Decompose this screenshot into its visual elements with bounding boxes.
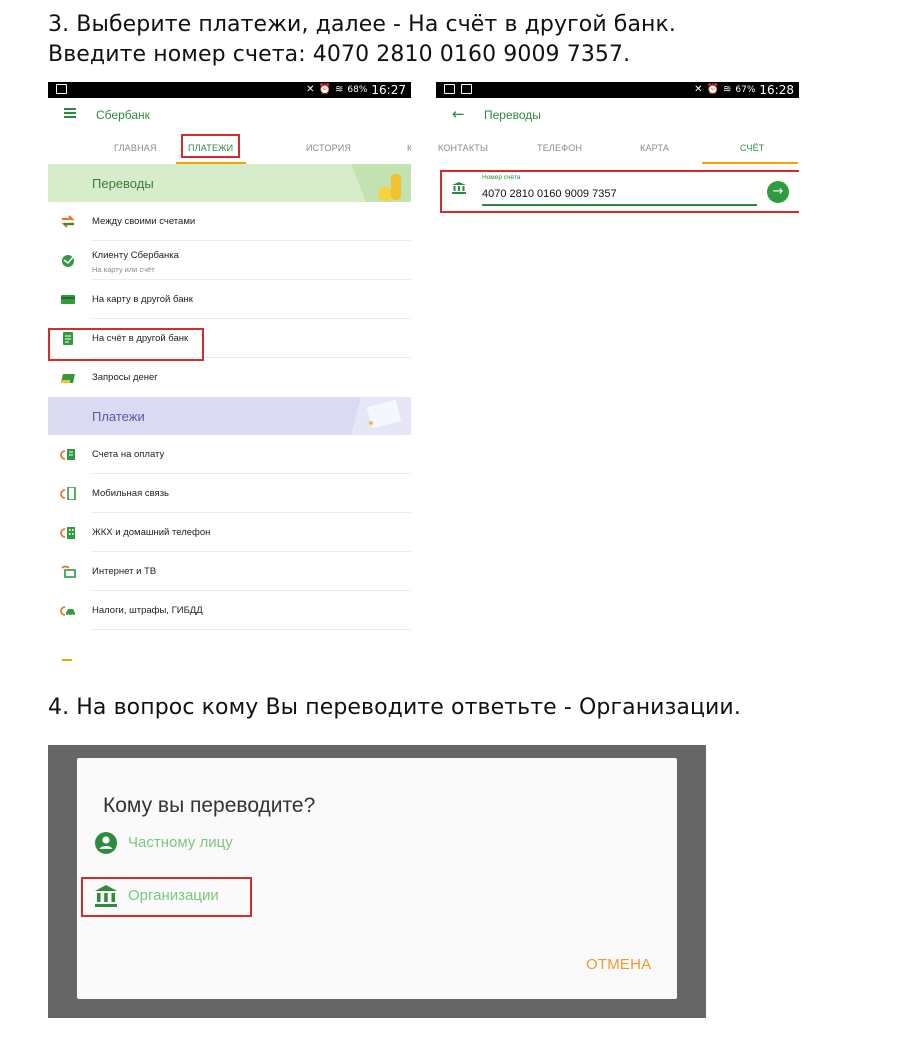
invoice-icon: [60, 449, 75, 460]
building-icon: [60, 527, 75, 539]
app-bar: ← Переводы: [436, 98, 799, 132]
tab-contacts[interactable]: КОНТАКТЫ: [438, 143, 488, 153]
list-item[interactable]: На карту в другой банк: [48, 280, 411, 319]
status-bar: ✕ ⏰ ≋ 67% 16:28: [436, 82, 799, 98]
dialog-title: Кому вы переводите?: [103, 794, 316, 817]
list-item[interactable]: Между своими счетами: [48, 202, 411, 241]
person-icon: [95, 832, 117, 854]
tab-history[interactable]: ИСТОРИЯ: [306, 143, 351, 153]
list-item[interactable]: Клиенту Сбербанка На карту или счёт: [48, 241, 411, 280]
image-icon: [444, 84, 455, 94]
mobile-phone-icon: [60, 487, 76, 500]
alarm-icon: ⏰: [706, 84, 719, 95]
card-icon: [61, 295, 75, 304]
partial-list-icon: [62, 659, 72, 661]
tab-card[interactable]: КАРТА: [640, 143, 669, 153]
step3-heading-line1: 3. Выберите платежи, далее - На счёт в д…: [48, 12, 677, 37]
coins-illustration-icon: [351, 164, 411, 202]
tab-account[interactable]: СЧЁТ: [740, 143, 765, 153]
list-item[interactable]: Интернет и ТВ: [48, 552, 411, 591]
list-item-label: Интернет и ТВ: [92, 566, 157, 577]
highlight-organization-option: [81, 877, 252, 917]
arrows-swap-icon: [61, 215, 75, 228]
section-payments-title: Платежи: [92, 409, 145, 424]
clock: 16:28: [759, 83, 794, 97]
wifi-icon: ≋: [335, 84, 344, 95]
mute-icon: ✕: [694, 84, 703, 95]
list-item-label: ЖКХ и домашний телефон: [92, 527, 211, 538]
status-bar: ✕ ⏰ ≋ 68% 16:27: [48, 82, 411, 98]
cancel-button[interactable]: ОТМЕНА: [586, 956, 651, 973]
list-item-label: Мобильная связь: [92, 488, 169, 499]
highlight-account-field: [440, 170, 799, 213]
highlight-payments-tab: [181, 134, 240, 158]
car-icon: [60, 606, 75, 617]
list-item[interactable]: Мобильная связь: [48, 474, 411, 513]
recipient-type-dialog: Кому вы переводите? Частному лицу Органи…: [77, 758, 677, 999]
list-item-label: На карту в другой банк: [92, 294, 193, 305]
section-transfers: Переводы: [48, 164, 411, 202]
transfer-tabs: КОНТАКТЫ ТЕЛЕФОН КАРТА СЧЁТ: [436, 132, 799, 164]
tab-overflow[interactable]: К: [407, 143, 411, 153]
hamburger-menu-icon[interactable]: [64, 108, 76, 118]
section-payments: Платежи: [48, 397, 411, 435]
list-item[interactable]: Запросы денег: [48, 358, 411, 397]
step4-heading: 4. На вопрос кому Вы переводите ответьте…: [48, 695, 741, 720]
sberbank-transfer-account-screen: ✕ ⏰ ≋ 67% 16:28 ← Переводы КОНТАКТЫ ТЕЛЕ…: [436, 82, 799, 222]
receipt-illustration-icon: [351, 397, 411, 435]
option-private-person[interactable]: Частному лицу: [95, 832, 295, 856]
section-transfers-title: Переводы: [92, 176, 154, 191]
list-item[interactable]: ЖКХ и домашний телефон: [48, 513, 411, 552]
highlight-account-other-bank: [48, 328, 204, 361]
list-item-label: Клиенту Сбербанка: [92, 250, 179, 261]
list-item-label: Налоги, штрафы, ГИБДД: [92, 605, 203, 616]
internet-tv-icon: [61, 565, 76, 578]
back-arrow-icon[interactable]: ←: [452, 105, 465, 123]
clock: 16:27: [371, 83, 406, 97]
battery-level: 68%: [347, 85, 368, 95]
list-item[interactable]: Налоги, штрафы, ГИБДД: [48, 591, 411, 630]
list-item[interactable]: Счета на оплату: [48, 435, 411, 474]
alarm-icon: ⏰: [318, 84, 331, 95]
mute-icon: ✕: [306, 84, 315, 95]
recipient-dialog-screenshot: Кому вы переводите? Частному лицу Органи…: [48, 745, 706, 1018]
list-item-sublabel: На карту или счёт: [92, 265, 155, 274]
list-item-label: Счета на оплату: [92, 449, 165, 460]
money-request-icon: [61, 374, 75, 383]
tab-phone[interactable]: ТЕЛЕФОН: [537, 143, 582, 153]
mail-icon: [461, 84, 472, 94]
sberbank-logo-icon: [62, 255, 74, 267]
list-item-label: Между своими счетами: [92, 216, 196, 227]
mail-icon: [56, 84, 67, 94]
sberbank-payments-screen: ✕ ⏰ ≋ 68% 16:27 Сбербанк ГЛАВНАЯ ПЛАТЕЖИ…: [48, 82, 411, 664]
app-bar: Сбербанк: [48, 98, 411, 132]
app-title: Сбербанк: [96, 108, 150, 122]
battery-level: 67%: [735, 85, 756, 95]
app-title: Переводы: [484, 108, 541, 122]
step3-heading-line2: Введите номер счета: 4070 2810 0160 9009…: [48, 42, 631, 67]
option-label: Частному лицу: [128, 834, 233, 851]
list-item-label: Запросы денег: [92, 372, 158, 383]
tab-main[interactable]: ГЛАВНАЯ: [114, 143, 157, 153]
wifi-icon: ≋: [723, 84, 732, 95]
